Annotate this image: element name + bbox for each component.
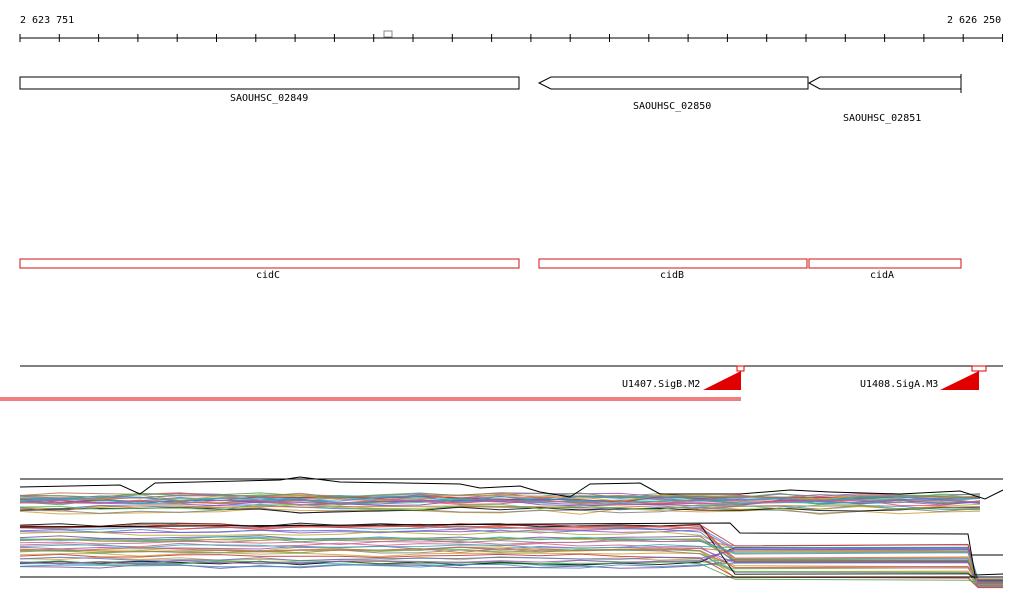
gene-saouhsc-02850[interactable]: SAOUHSC_02850	[537, 76, 809, 112]
gene-saouhsc-02851[interactable]: SAOUHSC_02851	[807, 74, 962, 124]
promoter-wedge	[703, 371, 741, 390]
feature-label: cidC	[256, 270, 280, 281]
gene-label: SAOUHSC_02849	[230, 93, 308, 104]
feature-box	[808, 258, 962, 269]
gene-label: SAOUHSC_02850	[633, 101, 711, 112]
expression-profile-lines	[19, 476, 1004, 589]
feature-box	[538, 258, 808, 269]
promoter-track: U1407.SigB.M2 U1408.SigA.M3	[0, 365, 1003, 401]
promoter-marker	[736, 365, 745, 372]
feature-cidc[interactable]: cidC	[19, 258, 520, 281]
gene-saouhsc-02849[interactable]: SAOUHSC_02849	[19, 76, 520, 104]
gene-arrow	[537, 76, 809, 90]
feature-label: cidA	[870, 270, 894, 281]
feature-box	[19, 258, 520, 269]
gene-label: SAOUHSC_02851	[843, 113, 921, 124]
feature-cida[interactable]: cidA	[808, 258, 962, 281]
promoter-label: U1407.SigB.M2	[622, 379, 700, 390]
promoter-label: U1408.SigA.M3	[860, 379, 938, 390]
view-position-handle[interactable]	[383, 30, 393, 38]
promoter-marker	[971, 365, 987, 372]
feature-track: cidC cidB cidA	[19, 258, 962, 281]
coordinate-ruler: 2 623 751 2 626 250	[19, 15, 1003, 42]
gene-arrow	[807, 76, 962, 90]
expression-track	[19, 476, 1004, 589]
ruler-end-label: 2 626 250	[947, 15, 1001, 26]
ruler-start-label: 2 623 751	[20, 15, 74, 26]
promoter-wedge	[940, 371, 979, 390]
genome-browser: 2 623 751 2 626 250 SAOUHSC_02849 SAOUHS…	[0, 15, 1004, 589]
promoter-u1407[interactable]: U1407.SigB.M2	[622, 365, 745, 390]
promoter-u1408[interactable]: U1408.SigA.M3	[860, 365, 987, 390]
gene-body	[19, 76, 520, 90]
feature-label: cidB	[660, 270, 684, 281]
gene-track: SAOUHSC_02849 SAOUHSC_02850 SAOUHSC_0285…	[19, 74, 962, 124]
feature-cidb[interactable]: cidB	[538, 258, 808, 281]
